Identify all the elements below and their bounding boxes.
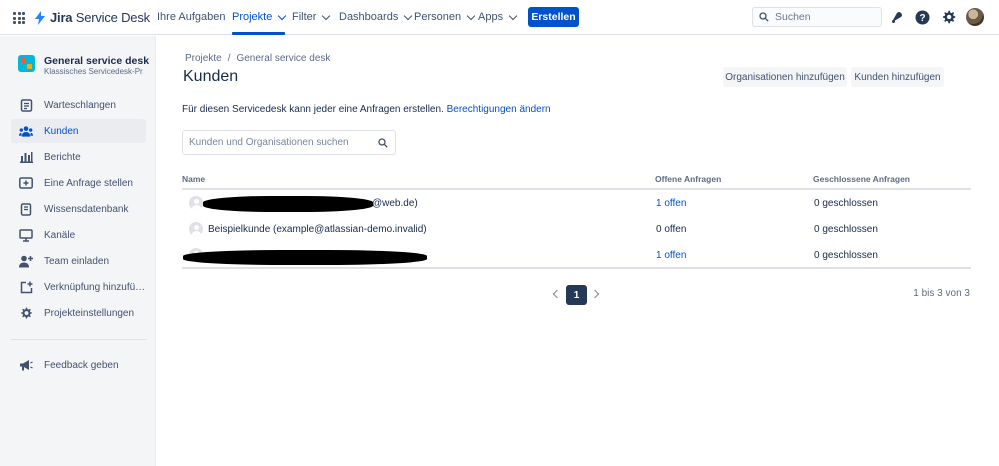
open-requests: 0 offen [656,224,687,235]
nav-ihre-aufgaben[interactable]: Ihre Aufgaben [157,11,226,23]
result-count: 1 bis 3 von 3 [913,288,970,299]
open-requests-link[interactable]: 1 offen [656,250,686,261]
user-avatar-icon [189,222,203,236]
person-add-icon [19,254,33,268]
sidebar-item-label: Wissensdatenbank [44,203,129,215]
page-title: Kunden [183,68,239,85]
search-icon [759,12,769,22]
page-button-current[interactable]: 1 [566,285,587,305]
nav-dashboards[interactable]: Dashboards [339,11,413,23]
sidebar-item-kunden[interactable]: Kunden [11,119,146,143]
add-organizations-button[interactable]: Organisationen hinzufügen [723,67,847,87]
nav-filter[interactable]: Filter [292,11,331,23]
redaction-mark [183,250,427,265]
user-avatar[interactable] [966,8,984,26]
sidebar-item-anfrage-stellen[interactable]: Eine Anfrage stellen [11,171,146,195]
sidebar-item-label: Projekteinstellungen [44,307,135,319]
gear-icon [19,306,33,320]
book-icon [19,202,33,216]
table-header-divider [182,188,971,190]
sidebar-item-wissensdatenbank[interactable]: Wissensdatenbank [11,197,146,221]
sidebar-item-warteschlangen[interactable]: Warteschlangen [11,93,146,117]
monitor-icon [19,228,33,242]
lightning-icon [35,10,45,25]
project-name[interactable]: General service desk [44,55,149,67]
sidebar-item-feedback[interactable]: Feedback geben [11,353,146,377]
column-header-open[interactable]: Offene Anfragen [655,174,721,184]
app-switcher-icon[interactable] [13,12,25,24]
sidebar-item-berichte[interactable]: Berichte [11,145,146,169]
closed-requests: 0 geschlossen [814,198,878,209]
sidebar-item-team-einladen[interactable]: Team einladen [11,249,146,273]
breadcrumb: Projekte / General service desk [185,53,330,64]
logo-text: Jira Service Desk [50,10,150,25]
sidebar-item-label: Eine Anfrage stellen [44,177,133,189]
sidebar-item-label: Berichte [44,151,81,163]
sidebar-item-kanaele[interactable]: Kanäle [11,223,146,247]
permission-info: Für diesen Servicedesk kann jeder eine A… [182,104,551,115]
request-icon [19,176,33,190]
breadcrumb-projekte[interactable]: Projekte [185,53,222,64]
chart-icon [19,150,33,164]
permission-info-text: Für diesen Servicedesk kann jeder eine A… [182,104,444,115]
closed-requests: 0 geschlossen [814,224,878,235]
chevron-down-icon [278,11,287,20]
customer-search-input[interactable] [183,137,363,148]
chevron-down-icon [404,11,413,20]
shortcut-icon [19,280,33,294]
create-button[interactable]: Erstellen [528,7,579,27]
customer-name[interactable]: Beispielkunde (example@atlassian-demo.in… [208,224,427,235]
chevron-down-icon [322,11,331,20]
previous-page-icon[interactable] [552,289,562,299]
sidebar-item-label: Feedback geben [44,359,119,371]
nav-personen[interactable]: Personen [414,11,476,23]
people-icon [19,124,33,138]
redaction-mark [203,196,373,212]
sidebar-item-label: Kunden [44,125,79,137]
change-permissions-link[interactable]: Berechtigungen ändern [447,104,551,115]
global-search-input[interactable] [775,11,875,23]
project-avatar-icon [18,55,35,72]
open-requests-link[interactable]: 1 offen [656,198,686,209]
nav-apps[interactable]: Apps [478,11,518,23]
chevron-down-icon [508,11,518,20]
chevron-down-icon [466,11,476,20]
column-header-closed[interactable]: Geschlossene Anfragen [813,174,910,184]
sidebar-item-label: Verknüpfung hinzufü… [44,281,144,293]
next-page-icon[interactable] [590,289,600,299]
svg-text:?: ? [919,13,925,24]
global-search[interactable] [752,7,882,27]
sidebar-item-label: Kanäle [44,229,76,241]
nav-projekte[interactable]: Projekte [232,11,287,35]
sidebar-item-projekteinstellungen[interactable]: Projekteinstellungen [11,301,146,325]
sidebar-item-verknuepfung[interactable]: Verknüpfung hinzufü… [11,275,146,299]
add-customers-button[interactable]: Kunden hinzufügen [851,67,944,87]
search-icon [378,138,388,148]
closed-requests: 0 geschlossen [814,250,878,261]
sidebar-divider [11,339,146,340]
sidebar-item-label: Team einladen [44,255,110,267]
project-type: Klassisches Servicedesk-Pr… [44,67,144,76]
customer-name[interactable]: @web.de) [372,198,418,209]
top-navigation: Jira Service Desk Ihre Aufgaben Projekte… [0,0,999,35]
column-header-name[interactable]: Name [182,174,205,184]
notifications-icon[interactable] [889,9,905,25]
help-icon[interactable]: ? [914,9,930,25]
queue-icon [19,98,33,112]
sidebar-item-label: Warteschlangen [44,99,116,111]
project-sidebar: General service desk Klassisches Service… [0,36,156,466]
customer-search[interactable] [182,130,396,155]
table-bottom-divider [182,267,971,269]
jira-service-desk-logo[interactable]: Jira Service Desk [34,10,150,25]
settings-gear-icon[interactable] [940,9,956,25]
breadcrumb-project[interactable]: General service desk [236,53,330,64]
breadcrumb-separator: / [227,53,231,64]
megaphone-icon [19,358,33,372]
user-avatar-icon [189,196,203,210]
